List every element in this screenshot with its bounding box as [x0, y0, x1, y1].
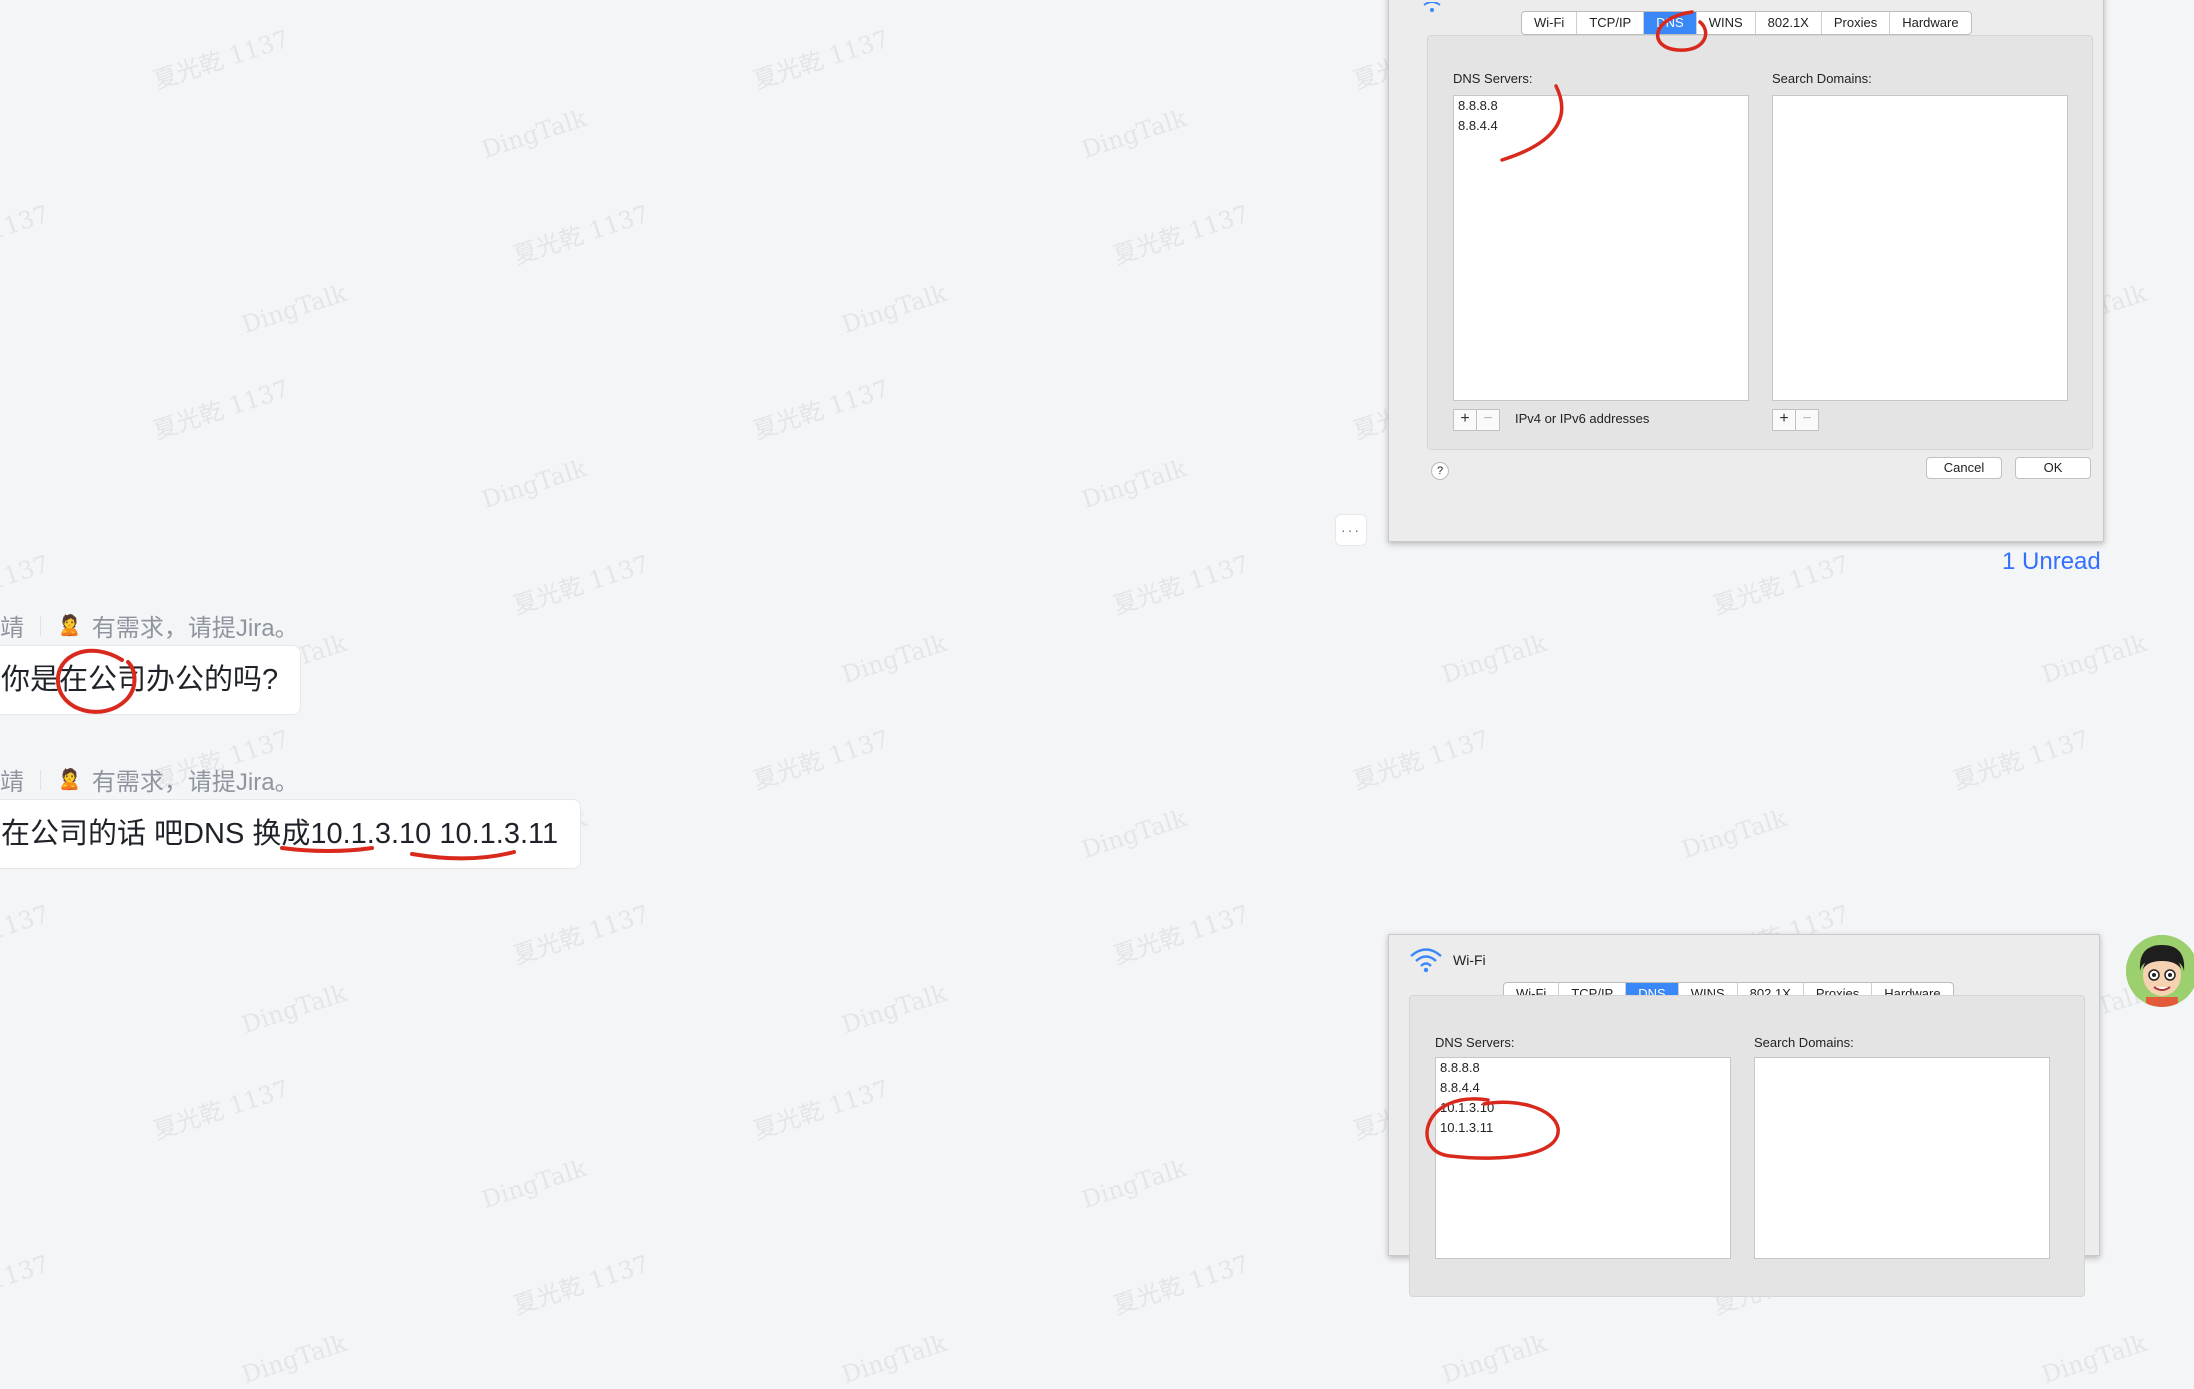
watermark-text: 夏光乾 1137 [149, 374, 293, 445]
watermark-text: 夏光乾 1137 [1109, 199, 1253, 270]
ok-button[interactable]: OK [2015, 457, 2091, 479]
add-button[interactable]: + [1453, 409, 1477, 431]
cancel-button[interactable]: Cancel [1926, 457, 2002, 479]
watermark-text: 夏光乾 1137 [0, 199, 53, 270]
dns-servers-label: DNS Servers: [1453, 71, 1533, 86]
watermark-text: DingTalk [478, 453, 591, 515]
watermark-text: DingTalk [1078, 1153, 1191, 1215]
watermark-text: DingTalk [238, 278, 351, 340]
sender-signature: 有需求，请提Jira。 [91, 615, 299, 642]
message-sender: 靖 🙎 有需求，请提Jira。 [0, 608, 299, 643]
message-sender: 靖 🙎 有需求，请提Jira。 [0, 762, 299, 797]
watermark-text: DingTalk [1438, 628, 1551, 690]
dns-server-entry[interactable]: 8.8.8.8 [1436, 1058, 1730, 1078]
add-button[interactable]: + [1772, 409, 1796, 431]
watermark-text: 夏光乾 1137 [1349, 724, 1493, 795]
watermark-text: 夏光乾 1137 [1949, 724, 2093, 795]
domain-add-remove[interactable]: + − [1772, 409, 1819, 431]
dns-server-entry[interactable]: 8.8.4.4 [1436, 1078, 1730, 1098]
watermark-text: 夏光乾 1137 [149, 24, 293, 95]
unread-indicator[interactable]: 1 Unread [2002, 548, 2101, 576]
dialog-title: Wi-Fi [1453, 952, 1486, 968]
watermark-text: 夏光乾 1137 [1709, 549, 1853, 620]
search-domains-list[interactable] [1772, 95, 2068, 401]
watermark-text: 夏光乾 1137 [0, 1249, 53, 1320]
dns-server-entry[interactable]: 8.8.4.4 [1454, 116, 1748, 136]
help-button[interactable]: ? [1431, 462, 1449, 480]
message-text: 你是在公司办公的吗? [1, 664, 279, 696]
watermark-text: DingTalk [1078, 803, 1191, 865]
watermark-text: DingTalk [238, 978, 351, 1040]
watermark-text: DingTalk [838, 978, 951, 1040]
watermark-text: DingTalk [478, 103, 591, 165]
watermark-text: 夏光乾 1137 [509, 199, 653, 270]
watermark-text: 夏光乾 1137 [749, 24, 893, 95]
cartoon-avatar-icon[interactable] [2126, 935, 2194, 1007]
signature-emoji-icon: 🙎 [57, 615, 82, 637]
tab-proxies[interactable]: Proxies [1822, 12, 1891, 34]
dns-server-entry[interactable]: 10.1.3.10 [1436, 1098, 1730, 1118]
remove-button[interactable]: − [1796, 409, 1819, 431]
watermark-text: 夏光乾 1137 [509, 1249, 653, 1320]
message-ip-2: 10.1.3.11 [439, 818, 559, 850]
watermark-text: DingTalk [1678, 803, 1791, 865]
watermark-text: DingTalk [238, 1328, 351, 1389]
watermark-text: DingTalk [2038, 1328, 2151, 1389]
tab-hardware[interactable]: Hardware [1890, 12, 1970, 34]
dns-servers-label: DNS Servers: [1435, 1035, 1515, 1050]
tab-dns[interactable]: DNS [1644, 12, 1697, 34]
search-domains-list[interactable] [1754, 1057, 2050, 1259]
wifi-icon [1409, 947, 1443, 978]
tab-wins[interactable]: WINS [1697, 12, 1756, 34]
dns-servers-list[interactable]: 8.8.8.8 8.8.4.4 10.1.3.10 10.1.3.11 [1435, 1057, 1731, 1259]
watermark-text: DingTalk [838, 278, 951, 340]
message-ip-1: 10.1.3.10 [310, 818, 432, 850]
watermark-text: 夏光乾 1137 [509, 899, 653, 970]
watermark-text: 夏光乾 1137 [1109, 1249, 1253, 1320]
tab-wi-fi[interactable]: Wi-Fi [1522, 12, 1578, 34]
message-bubble[interactable]: 你是在公司办公的吗? [0, 645, 302, 715]
divider [40, 615, 41, 636]
watermark-text: 夏光乾 1137 [149, 1074, 293, 1145]
watermark-text: 夏光乾 1137 [749, 724, 893, 795]
divider [40, 769, 41, 790]
watermark-text: DingTalk [1078, 453, 1191, 515]
watermark-text: DingTalk [2038, 628, 2151, 690]
more-options-button[interactable]: ··· [1335, 514, 1367, 546]
watermark-text: 夏光乾 1137 [0, 899, 53, 970]
watermark-text: 夏光乾 1137 [749, 1074, 893, 1145]
dns-dialog-image-bottom[interactable]: Wi-Fi Wi-Fi TCP/IP DNS WINS 802.1X Proxies Har… [1388, 934, 2100, 1297]
search-domains-label: Search Domains: [1772, 71, 1872, 86]
sender-signature: 有需求，请提Jira。 [91, 769, 299, 796]
watermark-text: 夏光乾 1137 [749, 374, 893, 445]
search-domains-label: Search Domains: [1754, 1035, 1854, 1050]
dns-server-entry[interactable]: 10.1.3.11 [1436, 1118, 1730, 1138]
watermark-text: 夏光乾 1137 [1109, 899, 1253, 970]
message-text-prefix: 在公司的话 吧DNS 换成 [1, 818, 311, 850]
signature-emoji-icon: 🙎 [57, 769, 82, 791]
sender-name: 靖 [0, 769, 24, 796]
dns-server-entry[interactable]: 8.8.8.8 [1454, 96, 1748, 116]
dns-dialog-image-top[interactable]: Wi-Fi TCP/IP DNS WINS 802.1X Proxies Hardware … [1388, 0, 2104, 542]
dns-hint: IPv4 or IPv6 addresses [1515, 411, 1650, 426]
watermark-text: DingTalk [1438, 1328, 1551, 1389]
watermark-text: DingTalk [838, 628, 951, 690]
sender-name: 靖 [0, 615, 24, 642]
tab-bar[interactable]: Wi-Fi TCP/IP DNS WINS 802.1X Proxies Hardware [1521, 11, 1972, 35]
remove-button[interactable]: − [1477, 409, 1500, 431]
dns-add-remove[interactable]: + − [1453, 409, 1500, 431]
watermark-text: 夏光乾 1137 [1109, 549, 1253, 620]
tab-tcp-ip[interactable]: TCP/IP [1577, 12, 1645, 34]
dns-servers-list[interactable]: 8.8.8.8 8.8.4.4 [1453, 95, 1749, 401]
message-bubble[interactable]: 在公司的话 吧DNS 换成10.1.3.10 10.1.3.11 [0, 799, 582, 869]
watermark-text: DingTalk [838, 1328, 951, 1389]
wifi-icon [1421, 0, 1443, 17]
watermark-text: 夏光乾 1137 [509, 549, 653, 620]
tab-802-1x[interactable]: 802.1X [1756, 12, 1822, 34]
watermark-text: DingTalk [478, 1153, 591, 1215]
watermark-text: DingTalk [1078, 103, 1191, 165]
